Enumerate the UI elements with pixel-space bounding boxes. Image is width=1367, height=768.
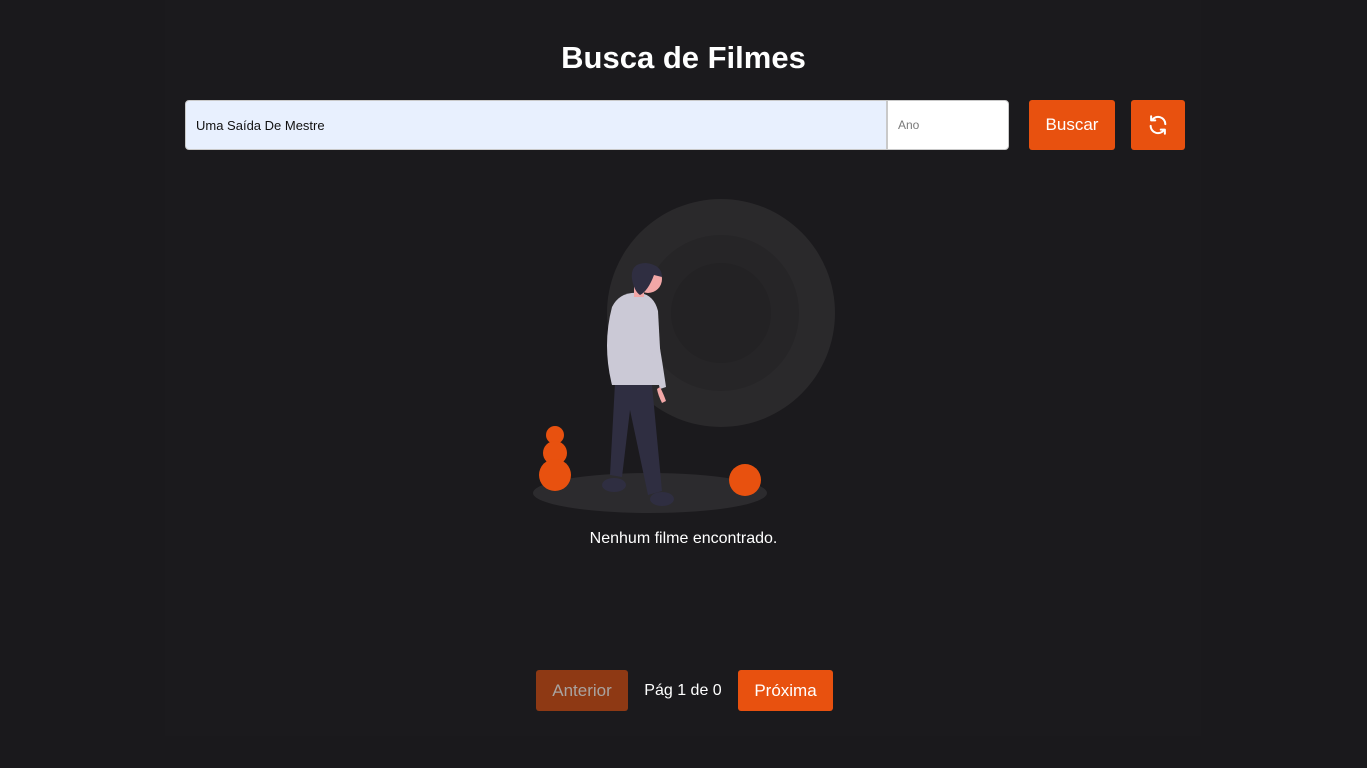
refresh-button[interactable] [1131,100,1185,150]
page-title: Busca de Filmes [561,40,806,75]
empty-results-message: Nenhum filme encontrado. [589,530,778,547]
page-indicator: Pág 1 de 0 [644,682,722,699]
search-input[interactable] [185,100,887,150]
previous-page-button[interactable]: Anterior [536,670,628,711]
year-input[interactable] [887,100,1009,150]
refresh-icon [1147,114,1169,136]
empty-state-illustration [530,195,840,515]
page: Busca de Filmes Buscar [0,0,1367,768]
next-page-button[interactable]: Próxima [738,670,833,711]
search-button[interactable]: Buscar [1029,100,1115,150]
